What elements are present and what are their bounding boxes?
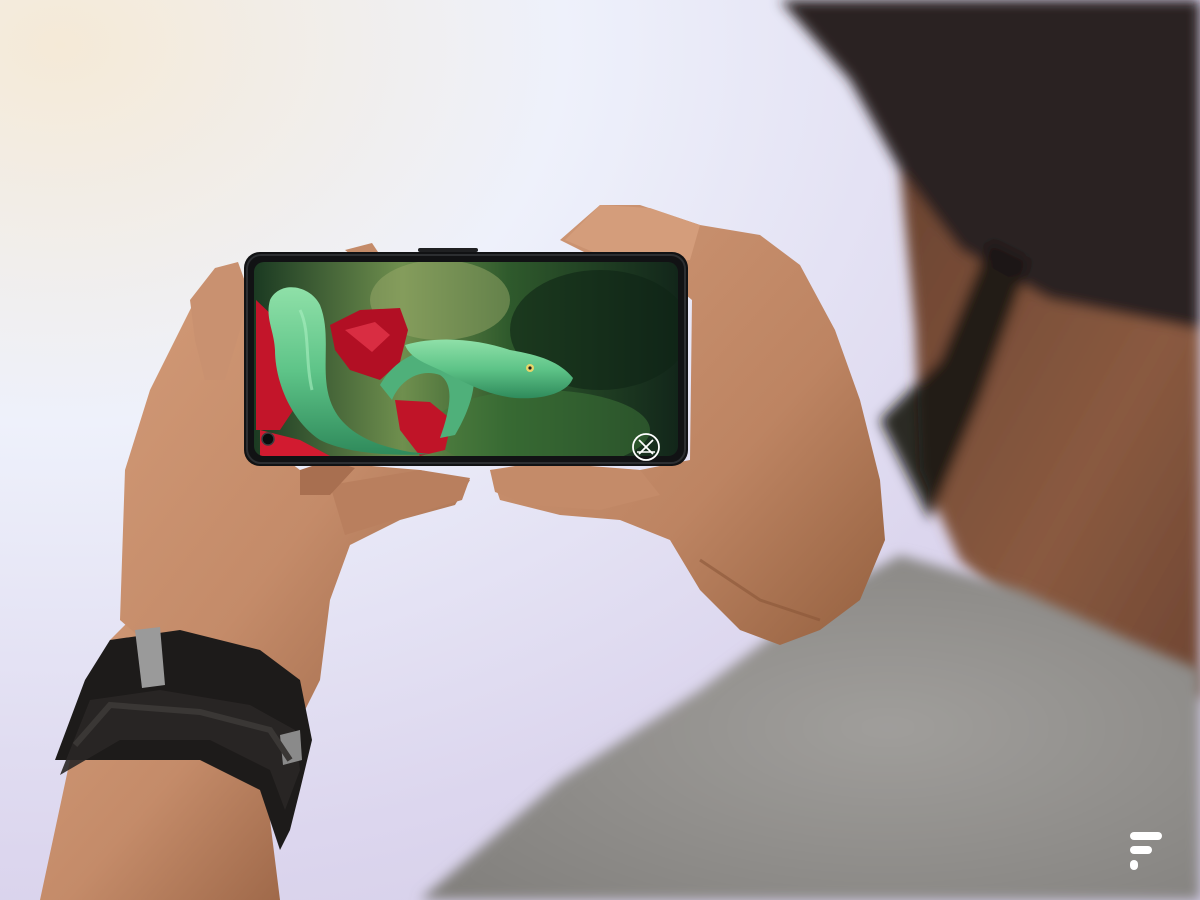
brand-logo-icon — [1130, 832, 1162, 870]
smartphone — [244, 248, 688, 466]
photo-scene — [0, 0, 1200, 900]
phone-screen — [254, 262, 678, 456]
